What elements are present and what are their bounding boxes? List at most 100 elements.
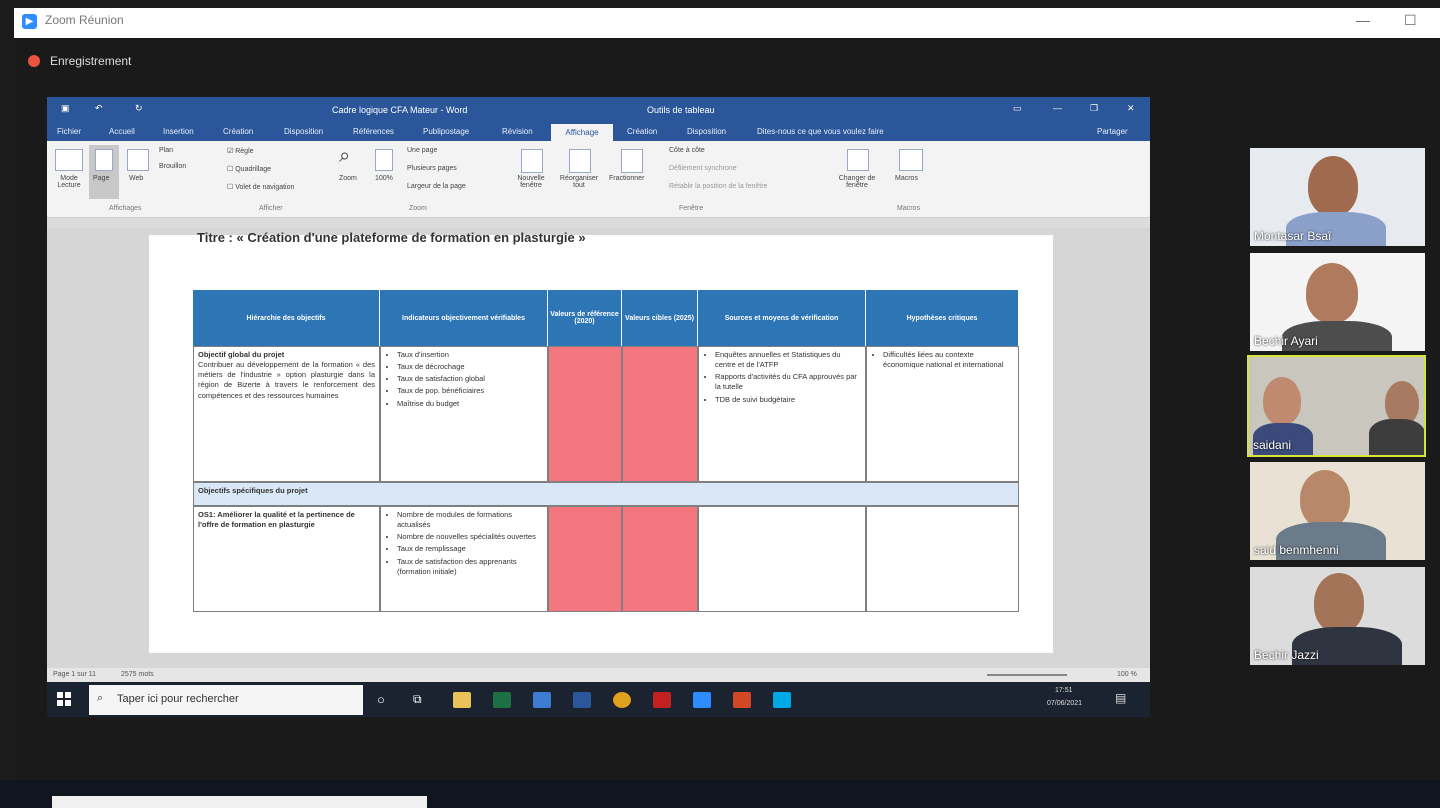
table-cell-objective[interactable]: Objectif global du projet Contribuer au …	[193, 346, 380, 482]
ruler-checkbox[interactable]: ☑ Règle	[227, 147, 254, 155]
ruler-label: Règle	[235, 148, 254, 155]
table-cell-os1[interactable]: OS1: Améliorer la qualité et la pertinen…	[193, 506, 380, 612]
task-view-icon[interactable]: ⧉	[413, 692, 431, 708]
redo-icon[interactable]: ↻	[135, 103, 143, 114]
minimize-icon[interactable]: —	[1356, 12, 1370, 28]
read-mode-icon[interactable]	[55, 149, 83, 171]
share-button[interactable]: Partager	[1097, 127, 1128, 136]
participant-tile[interactable]: Bechir Ayari	[1250, 253, 1425, 351]
participant-tile[interactable]: said benmhenni	[1250, 462, 1425, 560]
tab-fichier[interactable]: Fichier	[57, 127, 81, 136]
zoom-button[interactable]: Zoom	[339, 175, 357, 182]
multiple-pages-button[interactable]: Plusieurs pages	[407, 165, 457, 172]
zoom-slider[interactable]	[987, 674, 1067, 676]
taskbar-time[interactable]: 17:51	[1055, 687, 1073, 694]
page-count[interactable]: Page 1 sur 11	[53, 671, 96, 678]
arrange-all-button[interactable]: Réorganiser tout	[555, 175, 603, 189]
zoom-taskbar-icon[interactable]	[693, 692, 711, 708]
new-window-icon[interactable]	[521, 149, 543, 173]
zoom-magnifier-icon[interactable]: ⌕	[339, 145, 350, 168]
new-window-button[interactable]: Nouvelle fenêtre	[511, 175, 551, 189]
tab-disposition[interactable]: Disposition	[284, 127, 323, 136]
horizontal-ruler[interactable]	[47, 218, 1150, 228]
word-minimize-icon[interactable]: —	[1053, 103, 1062, 113]
macros-icon[interactable]	[899, 149, 923, 171]
table-cell-sources[interactable]: Enquêtes annuelles et Statistiques du ce…	[698, 346, 866, 482]
participant-tile-active-speaker[interactable]: saidani	[1247, 355, 1426, 457]
tab-accueil[interactable]: Accueil	[109, 127, 135, 136]
tab-table-disposition[interactable]: Disposition	[687, 127, 726, 136]
side-by-side-button[interactable]: Côte à côte	[669, 147, 705, 154]
split-icon[interactable]	[621, 149, 643, 173]
tab-publipostage[interactable]: Publipostage	[423, 127, 469, 136]
table-cell-os1-target[interactable]	[622, 506, 698, 612]
word-taskbar-icon[interactable]	[573, 692, 591, 708]
web-layout-icon[interactable]	[127, 149, 149, 171]
outline-button[interactable]: Plan	[159, 147, 173, 154]
table-cell-os1-hypotheses[interactable]	[866, 506, 1019, 612]
split-button[interactable]: Fractionner	[609, 175, 644, 182]
read-mode-button[interactable]: Mode Lecture	[53, 175, 85, 189]
table-subheader-specific[interactable]: Objectifs spécifiques du projet	[193, 482, 1019, 506]
word-titlebar: ▣ ↶ ↻ Cadre logique CFA Mateur - Word Ou…	[47, 97, 1150, 123]
acrobat-icon[interactable]	[653, 692, 671, 708]
windows-start-icon[interactable]	[57, 692, 71, 706]
objective-title: Objectif global du projet	[198, 350, 285, 359]
powerpoint-icon[interactable]	[733, 692, 751, 708]
taskbar-date[interactable]: 07/06/2021	[1047, 700, 1082, 707]
participant-tile[interactable]: Bechir Jazzi	[1250, 567, 1425, 665]
arrange-all-icon[interactable]	[569, 149, 591, 173]
zoom-level[interactable]: 100 %	[1117, 671, 1137, 678]
word-restore-icon[interactable]: ❐	[1090, 103, 1098, 114]
tell-me-search[interactable]: Dites-nous ce que vous voulez faire	[757, 127, 884, 136]
tab-insertion[interactable]: Insertion	[163, 127, 194, 136]
word-close-icon[interactable]: ✕	[1127, 103, 1135, 114]
page-layout-icon[interactable]	[95, 149, 113, 171]
nav-pane-checkbox[interactable]: ☐ Volet de navigation	[227, 183, 294, 191]
gridlines-checkbox[interactable]: ☐ Quadrillage	[227, 165, 271, 173]
undo-icon[interactable]: ↶	[95, 103, 103, 114]
teams-icon[interactable]	[533, 692, 551, 708]
table-cell-os1-reference[interactable]	[548, 506, 622, 612]
excel-icon[interactable]	[493, 692, 511, 708]
table-cell-os1-indicators[interactable]: Nombre de modules de formations actualis…	[380, 506, 548, 612]
chrome-icon[interactable]	[613, 692, 631, 708]
word-count[interactable]: 2575 mots	[121, 671, 154, 678]
one-page-button[interactable]: Une page	[407, 147, 437, 154]
participant-tile[interactable]: Montasar Bsaï	[1250, 148, 1425, 246]
page-width-button[interactable]: Largeur de la page	[407, 183, 466, 190]
tab-affichage[interactable]: Affichage	[551, 124, 613, 141]
notification-icon[interactable]: ▤	[1115, 691, 1126, 705]
col-header-hypotheses: Hypothèses critiques	[866, 290, 1018, 346]
tab-revision[interactable]: Révision	[502, 127, 533, 136]
reset-position-button[interactable]: Rétablir la position de la fenêtre	[669, 183, 767, 190]
zoom-100-icon[interactable]	[375, 149, 393, 171]
tab-table-creation[interactable]: Création	[627, 127, 657, 136]
sync-scroll-button[interactable]: Défilement synchrone	[669, 165, 737, 172]
table-cell-os1-sources[interactable]	[698, 506, 866, 612]
tab-references[interactable]: Références	[353, 127, 394, 136]
web-layout-button[interactable]: Web	[129, 175, 143, 182]
file-explorer-icon[interactable]	[453, 692, 471, 708]
cortana-icon[interactable]: ○	[377, 692, 395, 708]
source-item: Enquêtes annuelles et Statistiques du ce…	[715, 350, 861, 370]
taskbar-search[interactable]: ⌕ Taper ici pour rechercher	[89, 685, 363, 715]
participant-video	[1308, 156, 1358, 216]
page-layout-button[interactable]: Page	[93, 175, 109, 182]
switch-windows-button[interactable]: Changer de fenêtre	[831, 175, 883, 189]
zoom-logo-icon: ▶	[22, 14, 37, 29]
save-icon[interactable]: ▣	[61, 103, 70, 114]
macros-button[interactable]: Macros	[895, 175, 918, 182]
table-cell-indicators[interactable]: Taux d'insertion Taux de décrochage Taux…	[380, 346, 548, 482]
zoom-100-button[interactable]: 100%	[375, 175, 393, 182]
maximize-icon[interactable]: ☐	[1404, 12, 1417, 29]
table-cell-hypotheses[interactable]: Difficultés liées au contexte économique…	[866, 346, 1019, 482]
skype-icon[interactable]	[773, 692, 791, 708]
tab-creation[interactable]: Création	[223, 127, 253, 136]
draft-button[interactable]: Brouillon	[159, 163, 186, 170]
ribbon-display-icon[interactable]: ▭	[1013, 103, 1022, 114]
table-cell-target-empty[interactable]	[622, 346, 698, 482]
host-taskbar-search[interactable]	[52, 796, 427, 808]
switch-windows-icon[interactable]	[847, 149, 869, 171]
table-cell-reference-empty[interactable]	[548, 346, 622, 482]
